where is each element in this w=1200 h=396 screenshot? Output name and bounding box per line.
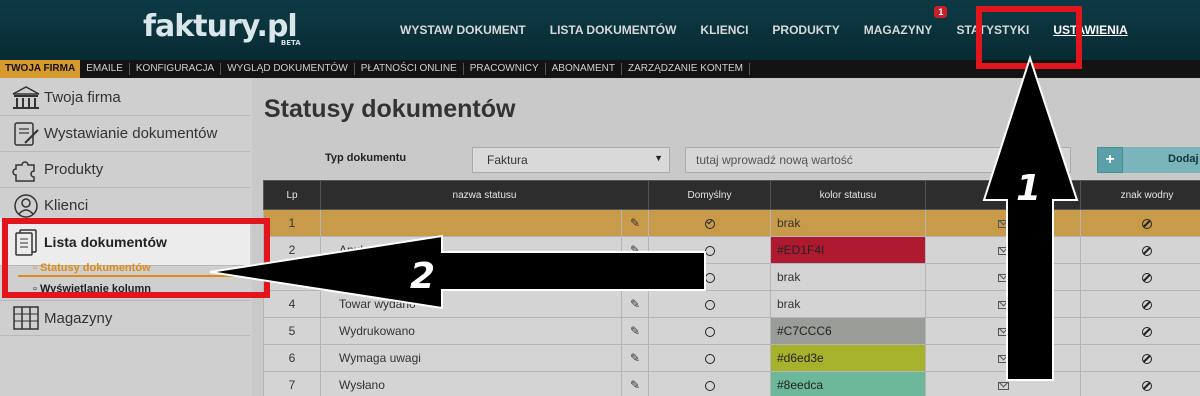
- annotation-label-1: 1: [1016, 168, 1041, 209]
- arrow-left-icon: [209, 234, 706, 310]
- annotation-arrows: 1 2: [209, 54, 1079, 381]
- arrow-up-icon: [982, 54, 1079, 381]
- annotation-label-2: 2: [410, 256, 435, 297]
